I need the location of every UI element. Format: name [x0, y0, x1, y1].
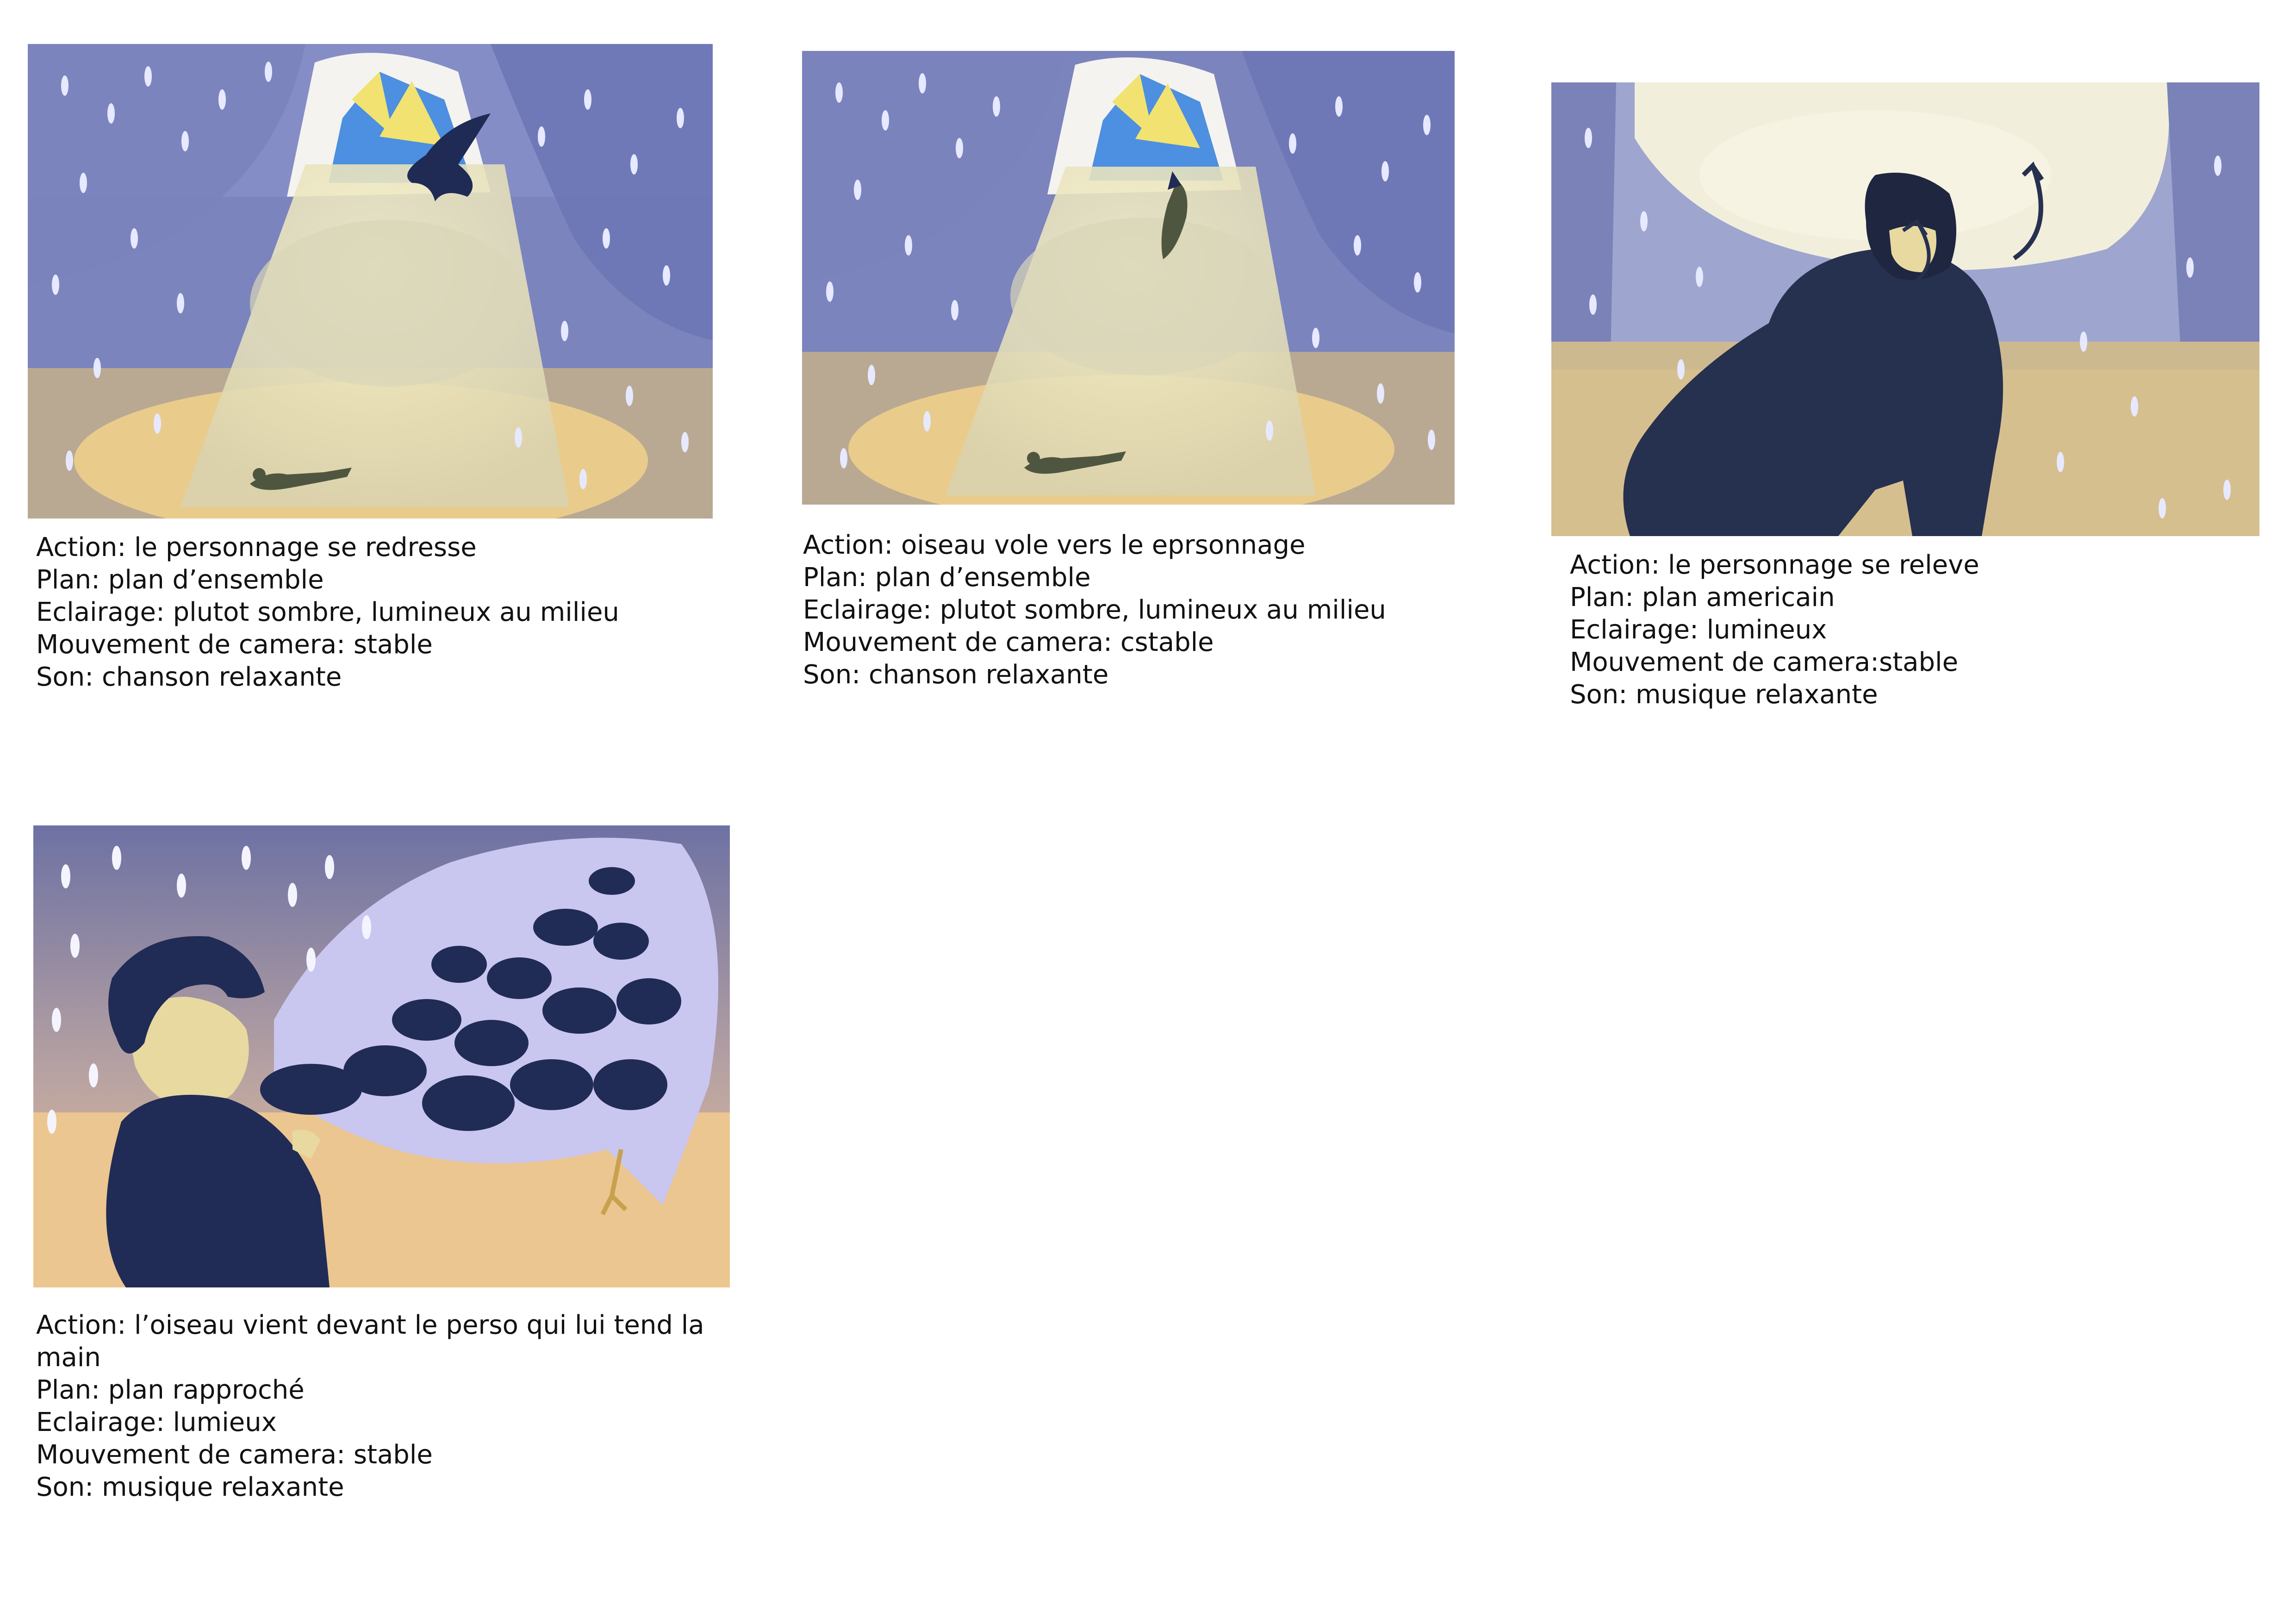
panel-3-sound: Son: musique relaxante: [1570, 680, 1878, 710]
panel-1-camera-movement: Mouvement de camera: stable: [36, 630, 433, 660]
panel-2-shot: Plan: plan d’ensemble: [803, 562, 1091, 593]
panel-2-caption: Action: oiseau vole vers le eprsonnage P…: [803, 529, 1497, 691]
panel-4-sound: Son: musique relaxante: [36, 1472, 344, 1502]
panel-1-illustration: [28, 44, 713, 518]
panel-2-illustration: [802, 51, 1455, 505]
rain-scene-bird-above-image: [28, 44, 713, 518]
panel-1-action: Action: le personnage se redresse: [36, 532, 477, 562]
panel-4-camera-movement: Mouvement de camera: stable: [36, 1440, 433, 1470]
panel-3-illustration: [1551, 82, 2259, 536]
panel-3-camera-movement: Mouvement de camera:stable: [1570, 647, 1959, 677]
panel-2-action: Action: oiseau vole vers le eprsonnage: [803, 530, 1306, 560]
panel-3-shot: Plan: plan americain: [1570, 582, 1835, 612]
character-standing-up-image: [1551, 82, 2259, 536]
panel-4-action: Action: l’oiseau vient devant le perso q…: [36, 1310, 704, 1373]
panel-4-caption: Action: l’oiseau vient devant le perso q…: [36, 1309, 726, 1504]
panel-1-shot: Plan: plan d’ensemble: [36, 565, 324, 595]
panel-4-lighting: Eclairage: lumieux: [36, 1407, 277, 1437]
bird-meets-character-image: [33, 825, 730, 1287]
panel-1-lighting: Eclairage: plutot sombre, lumineux au mi…: [36, 597, 619, 627]
panel-2-camera-movement: Mouvement de camera: cstable: [803, 627, 1214, 657]
rain-scene-bird-descending-image: [802, 51, 1455, 505]
panel-3-caption: Action: le personnage se releve Plan: pl…: [1570, 549, 2264, 711]
panel-1-caption: Action: le personnage se redresse Plan: …: [36, 531, 730, 693]
panel-3-lighting: Eclairage: lumineux: [1570, 615, 1827, 645]
panel-2-lighting: Eclairage: plutot sombre, lumineux au mi…: [803, 595, 1386, 625]
panel-2-sound: Son: chanson relaxante: [803, 660, 1109, 690]
panel-3-action: Action: le personnage se releve: [1570, 550, 1979, 580]
panel-4-shot: Plan: plan rapproché: [36, 1375, 305, 1405]
panel-4-illustration: [33, 825, 730, 1287]
panel-1-sound: Son: chanson relaxante: [36, 662, 342, 692]
